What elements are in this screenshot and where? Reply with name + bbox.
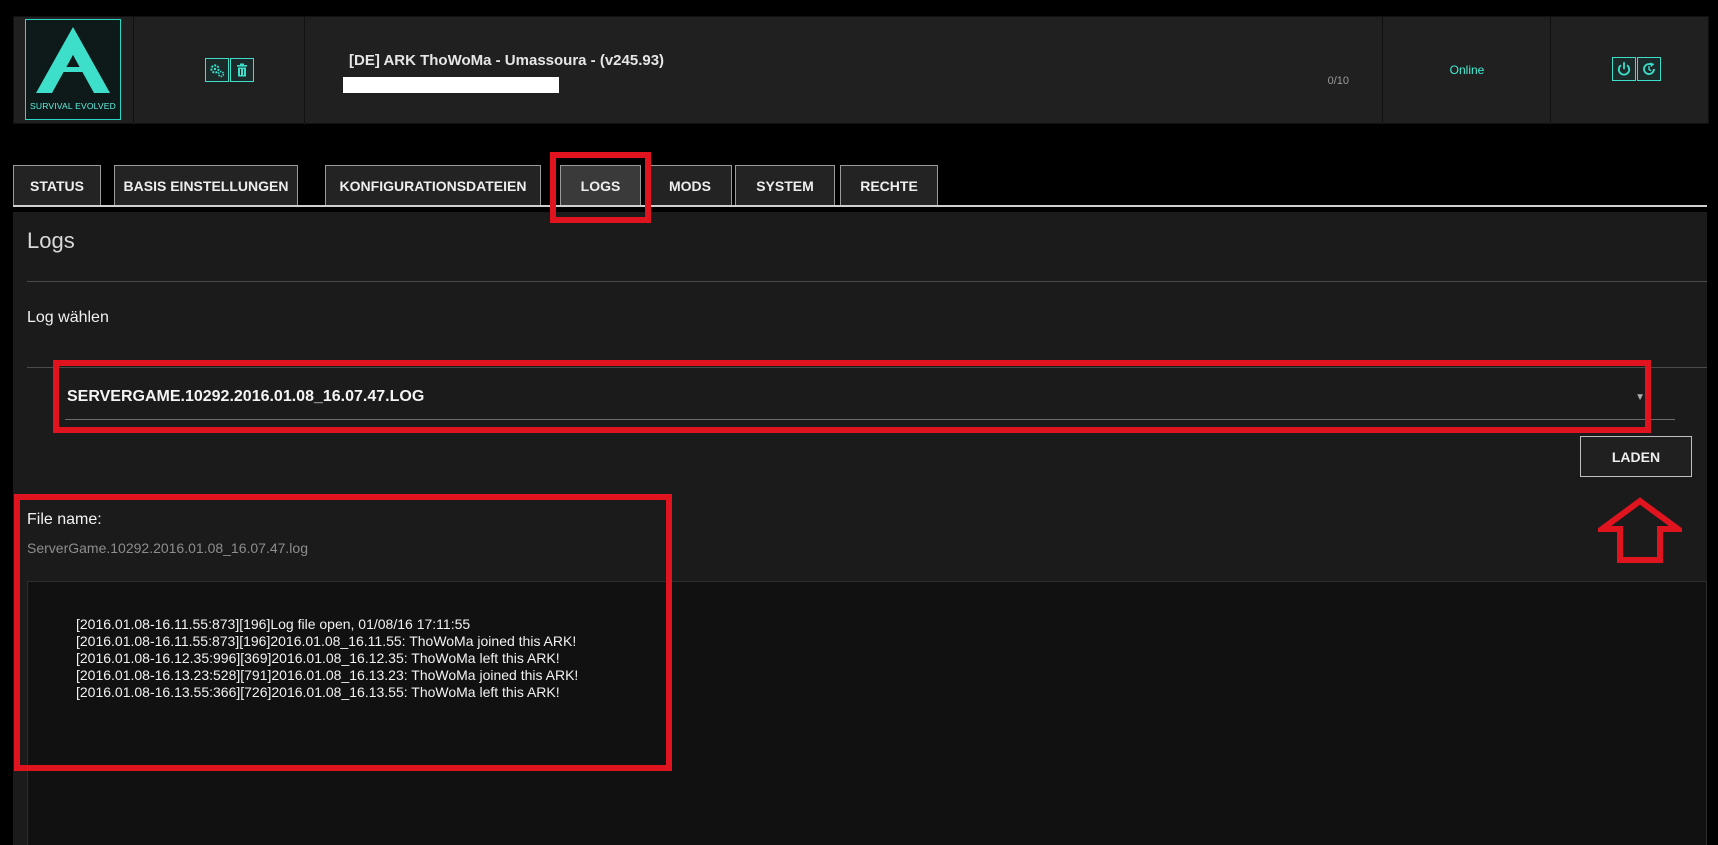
server-name: [DE] ARK ThoWoMa - Umassoura - (v245.93) <box>349 52 665 69</box>
tab-mods[interactable]: MODS <box>648 165 732 205</box>
power-icon-group <box>1612 57 1661 81</box>
redacted-bar <box>343 77 559 93</box>
trash-icon[interactable] <box>230 58 254 82</box>
power-cell <box>1552 17 1710 125</box>
tab-konfigurationsdateien[interactable]: KONFIGURATIONSDATEIEN <box>325 165 541 205</box>
highlight-log-output <box>14 494 672 771</box>
tab-rechte[interactable]: RECHTE <box>840 165 938 205</box>
server-status: Online <box>1449 63 1485 77</box>
log-select-label: Log wählen <box>27 309 109 326</box>
server-info-cell: [DE] ARK ThoWoMa - Umassoura - (v245.93)… <box>306 17 1383 125</box>
restart-icon[interactable] <box>1637 57 1661 81</box>
divider <box>27 281 1707 282</box>
logo-text: SURVIVAL EVOLVED <box>29 101 117 111</box>
ark-logo: SURVIVAL EVOLVED <box>25 19 121 120</box>
config-icon-group <box>205 58 254 82</box>
power-icon[interactable] <box>1612 57 1636 81</box>
status-cell: Online <box>1384 17 1551 125</box>
tab-system[interactable]: SYSTEM <box>735 165 835 205</box>
logo-cell: SURVIVAL EVOLVED <box>14 17 134 125</box>
ark-logo-icon <box>36 27 110 93</box>
arrow-up-icon <box>1598 497 1682 563</box>
player-count: 0/10 <box>1327 75 1349 87</box>
highlight-log-select <box>53 360 1651 433</box>
config-cell <box>135 17 305 125</box>
settings-gears-icon[interactable] <box>205 58 229 82</box>
tab-status[interactable]: STATUS <box>13 165 101 205</box>
load-button[interactable]: LADEN <box>1580 436 1692 477</box>
server-header: SURVIVAL EVOLVED [DE] ARK ThoWoMa - Umas… <box>13 16 1710 125</box>
highlight-logs-tab <box>550 152 651 223</box>
tab-basis-einstellungen[interactable]: BASIS EINSTELLUNGEN <box>114 165 298 205</box>
page-title: Logs <box>27 228 75 253</box>
tab-divider <box>13 205 1707 207</box>
